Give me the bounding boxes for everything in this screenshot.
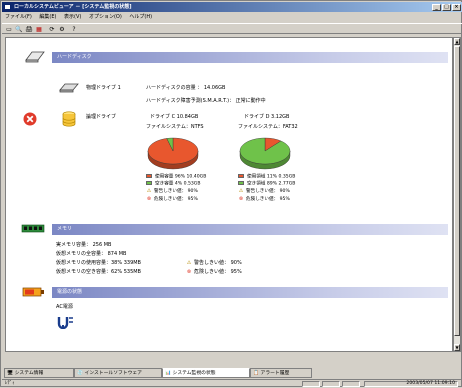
close-button[interactable]: × bbox=[452, 4, 461, 11]
settings-icon[interactable]: ⚙ bbox=[58, 26, 66, 33]
software-icon: 💿 bbox=[77, 371, 83, 376]
drive-c-danger-text: 危険しきい値： 95% bbox=[154, 196, 198, 202]
drive-c-title: ドライブ C 10.84GB bbox=[150, 114, 199, 120]
monitor-icon: 📊 bbox=[165, 371, 171, 376]
power-header: 電源の状態 bbox=[52, 287, 448, 298]
drive-c-warn-text: 警告しきい値： 90% bbox=[154, 189, 198, 194]
monitor-panel: ハードディスク 物理ドライブ 1 ハードディスクの容量 ： 14.06GB ハー… bbox=[5, 37, 453, 352]
drive-c-danger-row: ⊗ 危険しきい値： 95% bbox=[146, 196, 206, 204]
alert-icon: 📋 bbox=[253, 371, 259, 376]
memory-danger-row: ⊗ 危険しきい値： 95% bbox=[186, 269, 242, 276]
drive-d-free-slice bbox=[239, 137, 291, 165]
drive-c-free-row: 空き容量 4% 0.53GB bbox=[146, 181, 206, 188]
status-datetime: 2003/05/07 11:09:10 bbox=[364, 381, 458, 387]
ac-power-text: AC電源 bbox=[56, 304, 73, 310]
vertical-scrollbar[interactable]: ▲ ▼ bbox=[453, 37, 461, 352]
minimize-button[interactable]: _ bbox=[432, 4, 441, 11]
status-cell bbox=[302, 381, 320, 387]
virtual-memory-used-text: 仮想メモリの使用容量：38% 339MB bbox=[56, 260, 141, 266]
status-cell bbox=[342, 381, 360, 387]
used-swatch bbox=[238, 174, 244, 178]
drive-d-used-row: 使用領域 11% 0.35GB bbox=[238, 174, 295, 181]
drive-d-warn-text: 警告しきい値： 90% bbox=[246, 189, 290, 194]
menu-file[interactable]: ファイル(F) bbox=[5, 14, 32, 20]
danger-icon: ⊗ bbox=[238, 195, 244, 202]
warning-icon: ⚠ bbox=[186, 260, 192, 266]
drive-d-warn-row: ⚠ 警告しきい値： 90% bbox=[238, 188, 295, 196]
ac-plug-icon bbox=[57, 317, 73, 329]
scroll-thumb[interactable] bbox=[454, 46, 460, 336]
drive-d-filesystem: ファイルシステム：FAT32 bbox=[238, 124, 298, 130]
export-icon[interactable]: ▦ bbox=[35, 26, 43, 33]
drive-c-used-row: 使用容量 96% 10.40GB bbox=[146, 174, 206, 181]
preview-icon[interactable]: 🔍 bbox=[15, 26, 23, 33]
status-cell bbox=[322, 381, 340, 387]
free-swatch bbox=[238, 181, 244, 185]
window-title: ローカルシステムビューア － [システム監視の状態] bbox=[14, 4, 132, 10]
drive-d-pie-chart bbox=[239, 137, 291, 170]
view-tabs: 🖥 システム情報 💿 インストールソフトウェア 📊 システム監視の状態 📋 アラ… bbox=[4, 368, 460, 378]
drive-d-free-text: 空き領域 89% 2.77GB bbox=[247, 181, 296, 187]
drive-c-warn-row: ⚠ 警告しきい値： 90% bbox=[146, 188, 206, 196]
menu-edit[interactable]: 編集(E) bbox=[39, 14, 56, 20]
error-icon bbox=[23, 112, 37, 126]
danger-icon: ⊗ bbox=[146, 195, 152, 202]
status-ready-text: ﾚﾃﾞｨ bbox=[5, 381, 15, 386]
drive-c-legend: 使用容量 96% 10.40GB 空き容量 4% 0.53GB ⚠ 警告しきい値：… bbox=[146, 174, 206, 203]
maximize-button[interactable]: □ bbox=[442, 4, 451, 11]
drive-c-filesystem: ファイルシステム：NTFS bbox=[146, 124, 204, 130]
virtual-memory-free-text: 仮想メモリの空き容量：62% 535MB bbox=[56, 269, 141, 275]
drive-d-danger-row: ⊗ 危険しきい値： 95% bbox=[238, 196, 295, 204]
smart-status-text: ハードディスク障害予測(S.M.A.R.T.)： 正常に動作中 bbox=[146, 98, 266, 104]
physical-drive-label: 物理ドライブ 1 bbox=[86, 85, 121, 91]
harddisk-icon bbox=[25, 51, 45, 63]
drive-c-used-text: 使用容量 96% 10.40GB bbox=[155, 174, 207, 180]
menu-bar: ファイル(F) 編集(E) 表示(V) オプション(O) ヘルプ(H) bbox=[2, 13, 462, 22]
logical-drive-icon bbox=[62, 111, 76, 127]
drive-c-free-text: 空き容量 4% 0.53GB bbox=[155, 181, 201, 187]
status-bar: ﾚﾃﾞｨ 2003/05/07 11:09:10 bbox=[2, 379, 462, 387]
drive-d-legend: 使用領域 11% 0.35GB 空き領域 89% 2.77GB ⚠ 警告しきい値：… bbox=[238, 174, 295, 203]
help-icon[interactable]: ? bbox=[70, 26, 78, 33]
warning-icon: ⚠ bbox=[146, 188, 152, 194]
memory-icon bbox=[21, 224, 45, 233]
scroll-down-button[interactable]: ▼ bbox=[454, 344, 460, 351]
logical-drive-label: 論理ドライブ bbox=[86, 114, 117, 120]
toolbar: ▭ 🔍 🖨 ▦ ⟳ ⚙ ? bbox=[2, 23, 462, 34]
scroll-up-button[interactable]: ▲ bbox=[454, 38, 460, 45]
memory-warn-row: ⚠ 警告しきい値： 90% bbox=[186, 260, 242, 267]
title-bar[interactable]: ローカルシステムビューア － [システム監視の状態] _ □ × bbox=[2, 2, 462, 12]
tab-installed-software[interactable]: 💿 インストールソフトウェア bbox=[74, 368, 162, 378]
harddisk-header: ハードディスク bbox=[52, 52, 448, 63]
app-window: ローカルシステムビューア － [システム監視の状態] _ □ × ファイル(F)… bbox=[0, 0, 462, 387]
memory-header: メモリ bbox=[52, 224, 448, 235]
drive-d-used-text: 使用領域 11% 0.35GB bbox=[247, 174, 296, 180]
tab-alert-history[interactable]: 📋 アラート履歴 bbox=[250, 368, 312, 378]
drive-d-title: ドライブ D 3.12GB bbox=[244, 114, 290, 120]
drive-d-danger-text: 危険しきい値： 95% bbox=[246, 196, 290, 202]
physical-memory-text: 実メモリ容量： 256 MB bbox=[56, 242, 112, 248]
memory-danger-text: 危険しきい値： 95% bbox=[194, 269, 242, 275]
free-swatch bbox=[146, 181, 152, 185]
used-swatch bbox=[146, 174, 152, 178]
danger-icon: ⊗ bbox=[186, 269, 192, 275]
battery-icon bbox=[22, 287, 44, 297]
app-icon bbox=[4, 4, 11, 10]
disk-capacity-text: ハードディスクの容量 ： 14.06GB bbox=[146, 85, 226, 91]
menu-view[interactable]: 表示(V) bbox=[64, 14, 81, 20]
drive-d-free-row: 空き領域 89% 2.77GB bbox=[238, 181, 295, 188]
drive-c-pie-chart bbox=[147, 137, 199, 170]
warning-icon: ⚠ bbox=[238, 188, 244, 194]
refresh-icon[interactable]: ⟳ bbox=[48, 26, 56, 33]
print-icon[interactable]: 🖨 bbox=[25, 26, 33, 33]
tab-system-monitor[interactable]: 📊 システム監視の状態 bbox=[162, 368, 250, 378]
physical-drive-icon bbox=[59, 83, 79, 93]
menu-options[interactable]: オプション(O) bbox=[89, 14, 122, 20]
system-info-icon: 🖥 bbox=[7, 371, 14, 376]
memory-warn-text: 警告しきい値： 90% bbox=[194, 260, 242, 266]
menu-help[interactable]: ヘルプ(H) bbox=[129, 14, 152, 20]
tab-system-info[interactable]: 🖥 システム情報 bbox=[4, 368, 74, 378]
virtual-memory-total-text: 仮想メモリの全容量： 874 MB bbox=[56, 251, 127, 257]
new-icon[interactable]: ▭ bbox=[5, 26, 13, 33]
